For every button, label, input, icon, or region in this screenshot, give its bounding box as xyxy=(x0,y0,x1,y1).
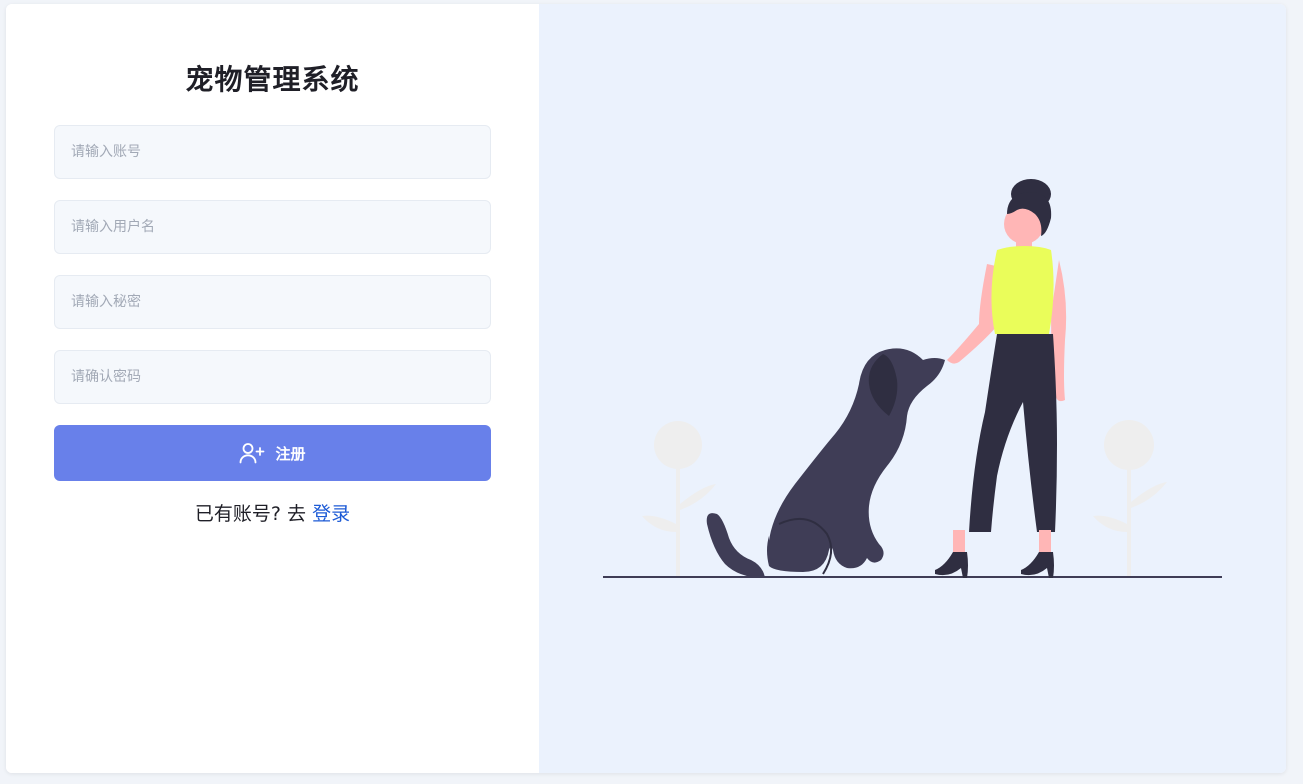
plant-left-icon xyxy=(642,421,716,576)
login-link[interactable]: 登录 xyxy=(312,503,350,525)
login-prompt: 已有账号? 去 登录 xyxy=(6,499,539,526)
woman-figure xyxy=(935,179,1067,578)
confirm-password-input[interactable] xyxy=(54,350,491,404)
register-card: 宠物管理系统 注册 已有账号? 去 登录 xyxy=(6,4,1286,773)
illustration-panel xyxy=(539,4,1286,773)
password-input[interactable] xyxy=(54,275,491,329)
account-input[interactable] xyxy=(54,125,491,179)
register-button[interactable]: 注册 xyxy=(54,425,491,481)
dog-figure xyxy=(706,348,945,578)
register-button-label: 注册 xyxy=(275,444,306,463)
page-title: 宠物管理系统 xyxy=(185,63,360,96)
register-panel: 宠物管理系统 注册 已有账号? 去 登录 xyxy=(6,4,539,773)
woman-with-dog-illustration xyxy=(603,179,1222,578)
have-account-text: 已有账号? 去 xyxy=(194,503,307,525)
user-plus-icon xyxy=(239,442,265,464)
plant-right-icon xyxy=(1093,420,1167,576)
username-input[interactable] xyxy=(54,200,491,254)
